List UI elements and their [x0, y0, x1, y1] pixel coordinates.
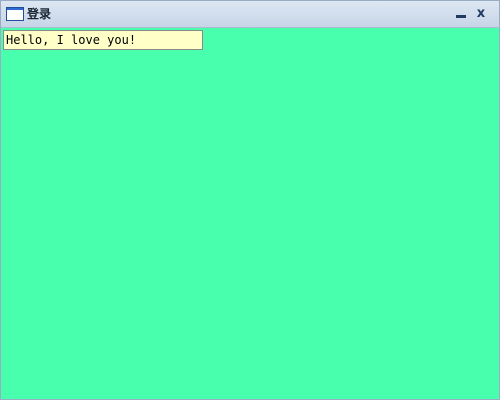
client-area: Hello, I love you!	[1, 28, 499, 399]
window-title: 登录	[27, 7, 52, 21]
close-button[interactable]: x	[472, 5, 490, 23]
app-window: 登录 x Hello, I love you!	[0, 0, 500, 400]
app-window-icon	[6, 7, 24, 21]
title-bar[interactable]: 登录 x	[1, 1, 499, 28]
message-text-box[interactable]: Hello, I love you!	[3, 30, 203, 50]
minimize-icon	[456, 15, 466, 18]
minimize-button[interactable]	[452, 5, 470, 23]
